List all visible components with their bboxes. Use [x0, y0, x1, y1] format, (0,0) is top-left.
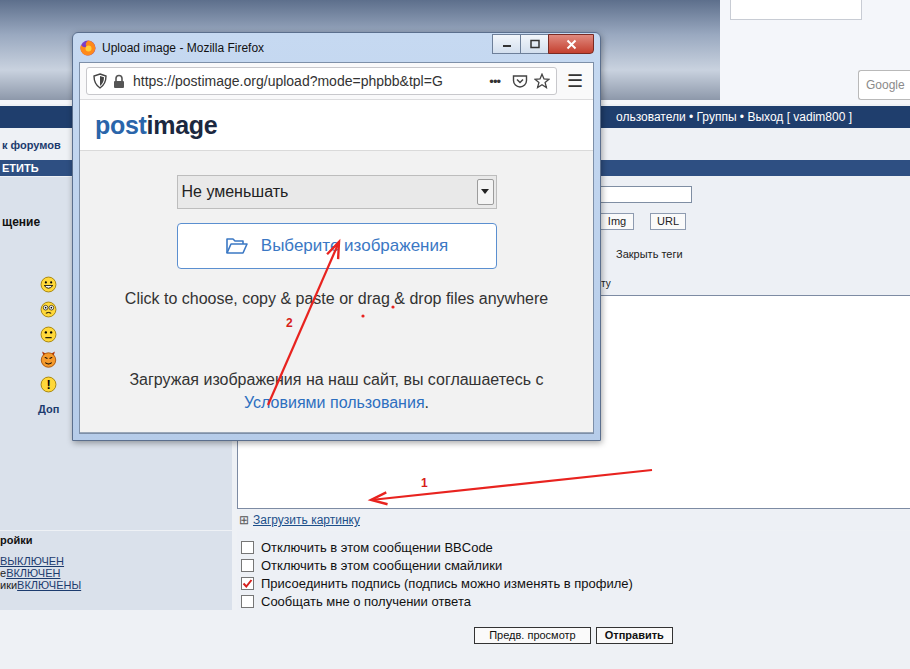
annotation-dot [361, 314, 364, 317]
star-icon[interactable] [534, 73, 550, 89]
upload-area[interactable]: Не уменьшать Выберите изображения Click … [80, 151, 593, 433]
firefox-popup-window[interactable]: Upload image - Mozilla Firefox https://p… [72, 32, 601, 441]
options-left: ройки ВЫКЛЮЧЕНеВКЛЮЧЕНикиВКЛЮЧЕНЫ [0, 531, 232, 610]
postimage-logo[interactable]: postimage [95, 111, 217, 140]
annotation-arrow: 1 [371, 470, 652, 504]
header-right: Google [720, 0, 910, 104]
upload-row: ⊞ Загрузить картинку [237, 509, 910, 529]
url-bar[interactable]: https://postimage.org/upload?mode=phpbb&… [86, 67, 557, 95]
search-field[interactable]: Google [858, 70, 910, 100]
folder-open-icon [225, 236, 249, 256]
annotation-dot [391, 305, 394, 308]
title-bar[interactable]: Upload image - Mozilla Firefox [79, 33, 594, 62]
shield-icon[interactable] [93, 73, 107, 89]
header-box [730, 0, 862, 20]
drop-hint: Click to choose, copy & paste or drag & … [125, 290, 548, 308]
expand-icon[interactable]: ⊞ [239, 513, 249, 527]
close-icon [566, 39, 577, 50]
submit-row: Предв. просмотр Отправить [0, 611, 910, 644]
nav-links[interactable]: ользователи • Группы • Выход [ vadim800 … [616, 110, 852, 124]
choose-images-button[interactable]: Выберите изображения [177, 223, 497, 269]
checkbox-row[interactable]: Присоединить подпись (подпись можно изме… [241, 574, 910, 592]
minimize-button[interactable] [492, 34, 521, 54]
options-row: ройки ВЫКЛЮЧЕНеВКЛЮЧЕНикиВКЛЮЧЕНЫ Отключ… [0, 531, 910, 610]
browser-content: https://postimage.org/upload?mode=phpbb&… [79, 62, 594, 434]
close-tags-link[interactable]: Закрыть теги [616, 248, 683, 260]
bbcode-button[interactable]: Img [600, 213, 634, 230]
smiley-icon[interactable]: ! [40, 376, 57, 393]
form-button[interactable]: Отправить [596, 627, 673, 644]
checkbox-row[interactable]: Отключить в этом сообщении смайлики [241, 556, 910, 574]
maximize-button[interactable] [520, 34, 549, 54]
resize-select[interactable]: Не уменьшать [177, 175, 497, 209]
checkbox-icon[interactable] [241, 577, 254, 590]
option-state: ВЫКЛЮЧЕН [0, 555, 232, 567]
minimize-icon [502, 39, 512, 49]
option-state-link[interactable]: ВКЛЮЧЕНЫ [17, 579, 81, 591]
options-label: ройки [0, 531, 232, 547]
dropdown-button[interactable] [477, 179, 494, 205]
nav-toolbar: https://postimage.org/upload?mode=phpbb&… [80, 63, 593, 100]
submit-buttons: Предв. просмотр Отправить [237, 627, 910, 644]
smiley-icon[interactable] [40, 326, 57, 343]
dropdown-arrow-icon [481, 189, 489, 195]
annotation-arrow: 2 [268, 242, 339, 405]
logo-part: post [95, 111, 147, 139]
upload-image-link[interactable]: Загрузить картинку [253, 513, 360, 527]
lock-icon[interactable] [113, 74, 125, 89]
smiley-icon[interactable] [40, 351, 57, 368]
checkbox-icon[interactable] [241, 595, 254, 608]
firefox-icon [80, 40, 96, 56]
bbcode-buttons: Img URL [600, 209, 910, 235]
checkbox-label: Присоединить подпись (подпись можно изме… [261, 576, 633, 591]
bbcode-button[interactable]: URL [650, 213, 686, 230]
close-tags-row: Закрыть теги [616, 235, 910, 267]
forum-page: Google ользователи • Группы • Выход [ va… [0, 0, 910, 669]
logo-part: image [147, 111, 218, 139]
checkbox-label: Отключить в этом сообщении смайлики [261, 558, 502, 573]
choose-button-label: Выберите изображения [261, 236, 448, 256]
checkbox-icon[interactable] [241, 541, 254, 554]
svg-text:!: ! [46, 377, 50, 392]
option-state: икиВКЛЮЧЕНЫ [0, 579, 232, 591]
site-header: postimage [80, 100, 593, 151]
help-text: сту [596, 267, 910, 295]
option-state-link[interactable]: ВКЛЮЧЕН [6, 567, 60, 579]
close-button[interactable] [548, 34, 594, 54]
checkbox-label: Сообщать мне о получении ответа [261, 594, 471, 609]
select-value: Не уменьшать [178, 183, 477, 201]
pocket-icon[interactable] [512, 74, 528, 89]
maximize-icon [530, 39, 540, 49]
checkbox-row[interactable]: Сообщать мне о получении ответа [241, 592, 910, 610]
hamburger-menu[interactable]: ☰ [561, 70, 589, 92]
page-actions[interactable]: ••• [489, 74, 500, 89]
checkbox-icon[interactable] [241, 559, 254, 572]
smiley-icon[interactable] [40, 301, 57, 318]
window-title: Upload image - Mozilla Firefox [102, 41, 264, 55]
terms-link[interactable]: Условиями пользования [244, 394, 425, 411]
annotation-label: 1 [421, 476, 428, 490]
annotation-label: 2 [286, 316, 293, 330]
smiley-icon[interactable] [40, 276, 57, 293]
terms-text: Загружая изображения на наш сайт, вы сог… [129, 368, 543, 414]
checkbox-label: Отключить в этом сообщении BBCode [261, 540, 493, 555]
option-state-link[interactable]: ВЫКЛЮЧЕН [0, 555, 64, 567]
options-right: Отключить в этом сообщении BBCode Отключ… [237, 531, 910, 610]
option-state: еВКЛЮЧЕН [0, 567, 232, 579]
window-controls [493, 34, 594, 54]
checkbox-row[interactable]: Отключить в этом сообщении BBCode [241, 538, 910, 556]
url-text[interactable]: https://postimage.org/upload?mode=phpbb&… [133, 73, 483, 89]
form-button[interactable]: Предв. просмотр [474, 627, 591, 644]
